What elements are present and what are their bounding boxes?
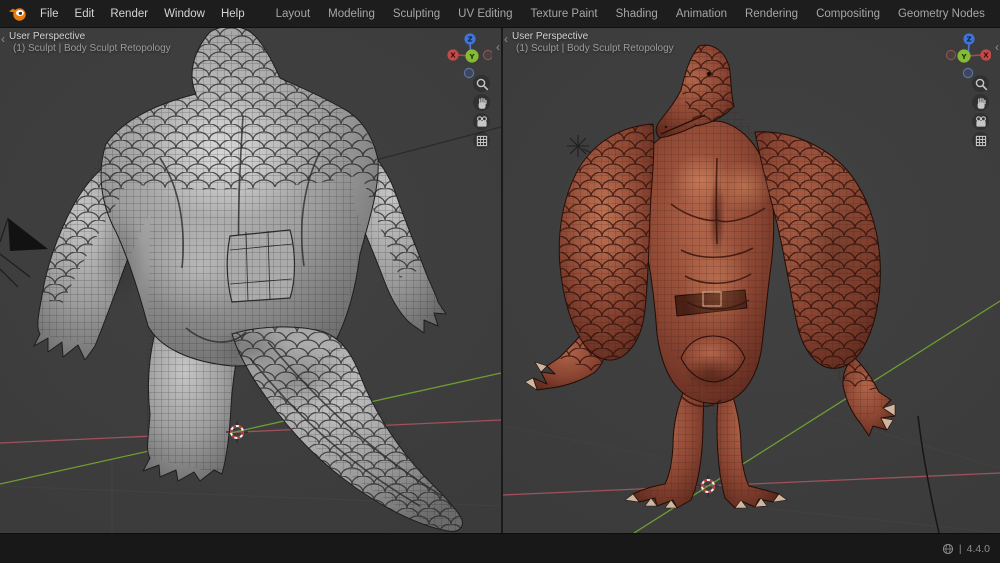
menu-edit[interactable]: Edit bbox=[67, 5, 103, 23]
view-perspective-label: User Perspective bbox=[512, 31, 589, 42]
scene-canvas-left[interactable] bbox=[0, 28, 501, 533]
viewport-divider[interactable] bbox=[501, 28, 503, 533]
hand-icon bbox=[977, 97, 986, 109]
toolbar-collapse-arrow[interactable]: ‹ bbox=[504, 32, 508, 46]
gizmo-x-label[interactable]: X bbox=[983, 52, 989, 60]
navigation-gizmo[interactable]: Z X Y bbox=[943, 31, 991, 79]
mode-breadcrumb-label: (1) Sculpt | Body Sculpt Retopology bbox=[516, 43, 674, 54]
toolbar-collapse-arrow[interactable]: ‹ bbox=[1, 32, 5, 46]
tab-uv-editing[interactable]: UV Editing bbox=[449, 4, 521, 24]
sidebar-collapse-arrow[interactable]: ‹ bbox=[496, 40, 500, 54]
tab-sculpting[interactable]: Sculpting bbox=[384, 4, 449, 24]
tab-scripting[interactable]: Scripting bbox=[994, 4, 1000, 24]
topbar: File Edit Render Window Help Layout Mode… bbox=[0, 0, 1000, 28]
pan-button[interactable] bbox=[473, 94, 490, 111]
sculpt-model-gray-back[interactable] bbox=[33, 28, 463, 532]
camera-view-button[interactable] bbox=[473, 113, 490, 130]
viewport-right-3d[interactable]: ‹ ‹ User Perspective (1) Sculpt | Body S… bbox=[503, 28, 1000, 533]
projection-toggle-button[interactable] bbox=[473, 132, 490, 149]
gizmo-y-label[interactable]: Y bbox=[468, 53, 475, 61]
gizmo-y-label[interactable]: Y bbox=[960, 53, 967, 61]
tab-rendering[interactable]: Rendering bbox=[736, 4, 807, 24]
version-label: 4.4.0 bbox=[966, 542, 990, 555]
grid-icon bbox=[975, 135, 986, 146]
menu-bar: File Edit Render Window Help bbox=[32, 5, 253, 23]
magnifier-icon bbox=[975, 78, 987, 90]
viewport-left-3d[interactable]: ‹ ‹ User Perspective (1) Sculpt | Body S… bbox=[0, 28, 501, 533]
tab-geometry-nodes[interactable]: Geometry Nodes bbox=[889, 4, 994, 24]
viewport-nav-icons bbox=[473, 75, 490, 149]
camera-icon bbox=[975, 115, 986, 127]
gizmo-z-label[interactable]: Z bbox=[467, 36, 472, 44]
view-perspective-label: User Perspective bbox=[9, 31, 86, 42]
stray-wire-curve bbox=[917, 415, 940, 533]
wireframe-overlay bbox=[559, 45, 891, 501]
hand-icon bbox=[478, 97, 487, 109]
sculpt-model-red-front[interactable] bbox=[524, 44, 896, 509]
back-pouch bbox=[226, 229, 296, 303]
gizmo-x-label[interactable]: X bbox=[450, 52, 456, 60]
blender-logo-icon[interactable] bbox=[8, 5, 28, 23]
status-separator: | bbox=[958, 542, 962, 555]
zoom-button[interactable] bbox=[972, 75, 989, 92]
camera-view-button[interactable] bbox=[972, 113, 989, 130]
menu-render[interactable]: Render bbox=[102, 5, 156, 23]
pan-button[interactable] bbox=[972, 94, 989, 111]
workspace-tabs: Layout Modeling Sculpting UV Editing Tex… bbox=[267, 4, 1000, 24]
menu-file[interactable]: File bbox=[32, 5, 67, 23]
axis-x-line bbox=[0, 419, 501, 444]
tab-compositing[interactable]: Compositing bbox=[807, 4, 889, 24]
viewport-nav-icons bbox=[972, 75, 989, 149]
navigation-gizmo[interactable]: Z X Y bbox=[444, 31, 492, 79]
tab-texture-paint[interactable]: Texture Paint bbox=[522, 4, 607, 24]
mode-breadcrumb-label: (1) Sculpt | Body Sculpt Retopology bbox=[13, 43, 171, 54]
globe-icon[interactable] bbox=[942, 543, 954, 555]
grid-icon bbox=[476, 135, 487, 146]
sidebar-collapse-arrow[interactable]: ‹ bbox=[995, 40, 999, 54]
tab-animation[interactable]: Animation bbox=[667, 4, 736, 24]
tab-shading[interactable]: Shading bbox=[607, 4, 667, 24]
gizmo-z-label[interactable]: Z bbox=[966, 36, 971, 44]
menu-window[interactable]: Window bbox=[156, 5, 213, 23]
projection-toggle-button[interactable] bbox=[972, 132, 989, 149]
camera-icon bbox=[476, 115, 487, 127]
main-area: ‹ ‹ User Perspective (1) Sculpt | Body S… bbox=[0, 28, 1000, 533]
tab-layout[interactable]: Layout bbox=[267, 4, 320, 24]
scene-canvas-right[interactable] bbox=[503, 28, 1000, 533]
zoom-button[interactable] bbox=[473, 75, 490, 92]
tab-modeling[interactable]: Modeling bbox=[319, 4, 384, 24]
magnifier-icon bbox=[476, 78, 488, 90]
status-bar: | 4.4.0 bbox=[0, 533, 1000, 563]
menu-help[interactable]: Help bbox=[213, 5, 253, 23]
